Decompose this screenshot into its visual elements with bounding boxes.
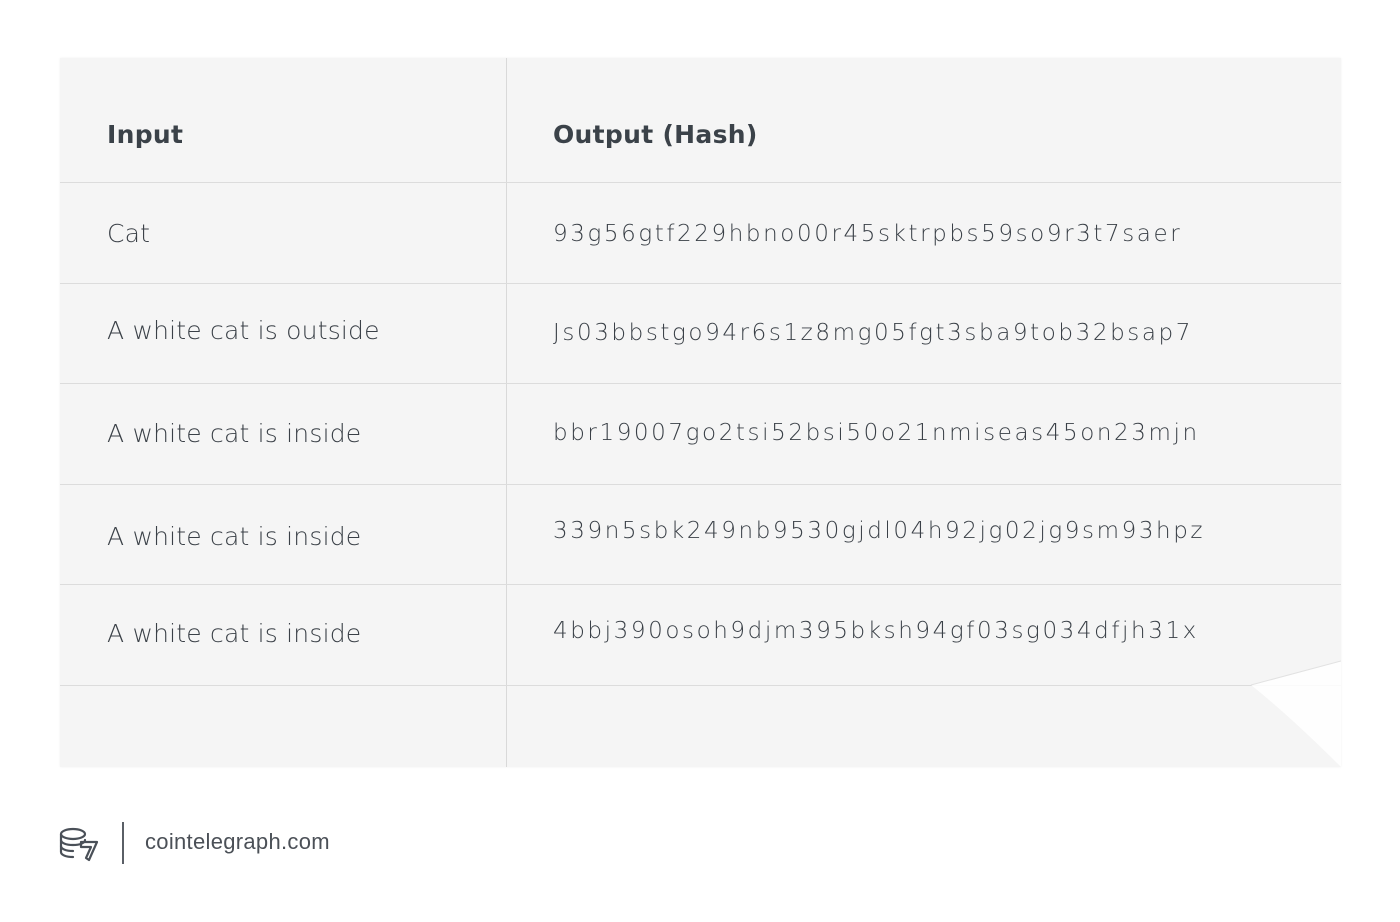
input-cell: A white cat is inside: [107, 522, 362, 551]
hash-cell: 339n5sbk249nb9530gjdl04h92jg02jg9sm93hpz: [553, 518, 1206, 544]
table-row: A white cat is inside 4bbj390osoh9djm395…: [60, 585, 1341, 685]
page-curl-decoration: [1250, 660, 1341, 767]
cointelegraph-logo-icon: [59, 827, 99, 862]
footer-divider: [122, 822, 124, 864]
header-input: Input: [107, 120, 184, 149]
input-cell: A white cat is inside: [107, 419, 362, 448]
table-row: Cat 93g56gtf229hbno00r45sktrpbs59so9r3t7…: [60, 183, 1341, 283]
input-cell: A white cat is inside: [107, 619, 362, 648]
table-row: A white cat is outside Js03bbstgo94r6s1z…: [60, 284, 1341, 383]
header-output-hash: Output (Hash): [553, 120, 758, 149]
site-name: cointelegraph.com: [145, 829, 330, 854]
hash-cell: bbr19007go2tsi52bsi50o21nmiseas45on23mjn: [553, 420, 1200, 446]
table-header-row: Input Output (Hash): [60, 58, 1341, 182]
input-cell: A white cat is outside: [107, 316, 380, 345]
hash-table: Input Output (Hash) Cat 93g56gtf229hbno0…: [60, 58, 1341, 767]
table-row-empty: [60, 686, 1341, 767]
input-cell: Cat: [107, 219, 151, 248]
hash-cell: 4bbj390osoh9djm395bksh94gf03sg034dfjh31x: [553, 618, 1199, 644]
table-row: A white cat is inside 339n5sbk249nb9530g…: [60, 485, 1341, 584]
hash-cell: 93g56gtf229hbno00r45sktrpbs59so9r3t7saer: [553, 221, 1183, 247]
table-row: A white cat is inside bbr19007go2tsi52bs…: [60, 384, 1341, 484]
hash-cell: Js03bbstgo94r6s1z8mg05fgt3sba9tob32bsap7: [553, 320, 1193, 346]
